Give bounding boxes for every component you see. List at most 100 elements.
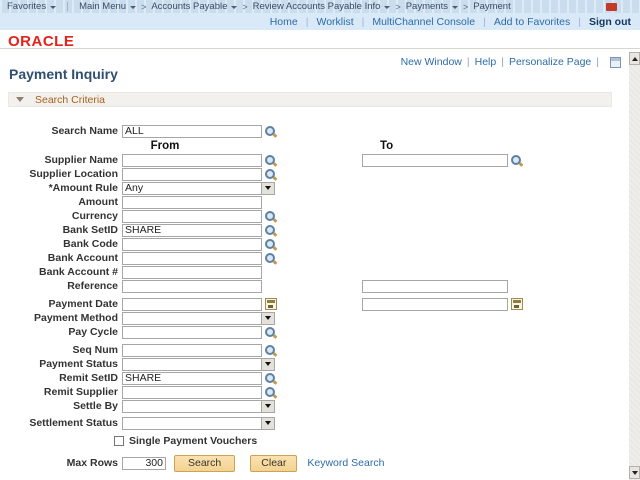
breadcrumb-separator-icon <box>395 2 400 12</box>
clear-button[interactable]: Clear <box>250 455 297 472</box>
breadcrumb-item-review-ap-info[interactable]: Review Accounts Payable Info <box>253 1 391 12</box>
bank-code-label: Bank Code <box>0 238 122 250</box>
bank-account-lookup-icon[interactable] <box>264 252 277 265</box>
search-button[interactable]: Search <box>174 455 235 472</box>
breadcrumb-separator-icon <box>463 2 468 12</box>
add-to-favorites-link[interactable]: Add to Favorites <box>494 16 570 28</box>
field-row-amount: Amount <box>0 195 629 209</box>
bank-account-input[interactable] <box>122 252 262 265</box>
breadcrumb-favorites[interactable]: Favorites <box>7 1 56 12</box>
reference-label: Reference <box>0 280 122 292</box>
settle-by-select[interactable] <box>122 400 275 413</box>
payment-date-calendar-icon[interactable] <box>265 298 277 310</box>
breadcrumb-favorites-label: Favorites <box>7 1 46 12</box>
scroll-down-arrow-icon[interactable] <box>629 466 640 479</box>
seq-num-label: Seq Num <box>0 344 122 356</box>
keyword-search-link[interactable]: Keyword Search <box>307 457 384 469</box>
pay-cycle-lookup-icon[interactable] <box>264 326 277 339</box>
dropdown-arrow-icon[interactable] <box>261 418 274 429</box>
single-payment-vouchers-row: Single Payment Vouchers <box>0 434 629 448</box>
single-payment-vouchers-checkbox[interactable] <box>114 436 124 446</box>
breadcrumb-item-accounts-payable[interactable]: Accounts Payable <box>151 1 237 12</box>
reference-to-input[interactable] <box>362 280 508 293</box>
seq-num-input[interactable] <box>122 344 262 357</box>
dropdown-arrow-icon[interactable] <box>261 359 274 370</box>
new-window-link[interactable]: New Window <box>401 56 462 68</box>
home-link[interactable]: Home <box>270 16 298 28</box>
bank-code-input[interactable] <box>122 238 262 251</box>
bank-account-label: Bank Account <box>0 252 122 264</box>
help-link[interactable]: Help <box>475 56 497 68</box>
dropdown-arrow-icon[interactable] <box>261 401 274 412</box>
bank-account-num-label: Bank Account # <box>0 266 122 278</box>
currency-lookup-icon[interactable] <box>264 210 277 223</box>
scroll-up-arrow-icon[interactable] <box>629 52 640 65</box>
currency-label: Currency <box>0 210 122 222</box>
remit-setid-input[interactable] <box>122 372 262 385</box>
worklist-link[interactable]: Worklist <box>316 16 353 28</box>
amount-input[interactable] <box>122 196 262 209</box>
breadcrumb-item-payment[interactable]: Payment <box>473 1 511 12</box>
payment-method-select[interactable] <box>122 312 275 325</box>
bank-setid-label: Bank SetID <box>0 224 122 236</box>
dropdown-arrow-icon[interactable] <box>261 183 274 194</box>
field-row-settlement-status: Settlement Status <box>0 416 629 430</box>
pay-cycle-label: Pay Cycle <box>0 326 122 338</box>
breadcrumb-divider <box>67 2 68 11</box>
supplier-name-to-lookup-icon[interactable] <box>510 154 523 167</box>
payment-date-to-input[interactable] <box>362 298 508 311</box>
supplier-location-lookup-icon[interactable] <box>264 168 277 181</box>
pay-cycle-input[interactable] <box>122 326 262 339</box>
page-title: Payment Inquiry <box>9 66 118 82</box>
remit-setid-label: Remit SetID <box>0 372 122 384</box>
search-criteria-form: Search Name From To Supplier Name Suppli… <box>0 124 629 472</box>
search-name-lookup-icon[interactable] <box>264 125 277 138</box>
chevron-down-icon <box>130 6 136 9</box>
to-column-header: To <box>380 140 393 152</box>
supplier-name-lookup-icon[interactable] <box>264 154 277 167</box>
remit-supplier-label: Remit Supplier <box>0 386 122 398</box>
chevron-down-icon <box>50 6 56 9</box>
field-row-remit-setid: Remit SetID <box>0 371 629 385</box>
breadcrumb-item-label: Review Accounts Payable Info <box>253 1 381 12</box>
amount-rule-select[interactable]: Any <box>122 182 275 195</box>
link-separator <box>467 56 470 68</box>
breadcrumb-main-menu[interactable]: Main Menu <box>79 1 136 12</box>
supplier-location-label: Supplier Location <box>0 168 122 180</box>
collapse-triangle-icon[interactable] <box>16 97 24 102</box>
supplier-name-to-input[interactable] <box>362 154 508 167</box>
payment-date-input[interactable] <box>122 298 262 311</box>
payment-date-to-calendar-icon[interactable] <box>511 298 523 310</box>
field-row-supplier-location: Supplier Location <box>0 167 629 181</box>
field-row-payment-method: Payment Method <box>0 311 629 325</box>
settlement-status-select[interactable] <box>122 417 275 430</box>
multichannel-console-link[interactable]: MultiChannel Console <box>372 16 475 28</box>
supplier-name-input[interactable] <box>122 154 262 167</box>
link-separator <box>596 56 599 68</box>
bank-setid-lookup-icon[interactable] <box>264 224 277 237</box>
reference-input[interactable] <box>122 280 262 293</box>
sign-out-link[interactable]: Sign out <box>589 16 631 28</box>
bank-setid-input[interactable] <box>122 224 262 237</box>
notification-window-icon[interactable] <box>610 57 621 68</box>
vertical-scrollbar[interactable] <box>629 52 640 480</box>
dropdown-arrow-icon[interactable] <box>261 313 274 324</box>
remit-setid-lookup-icon[interactable] <box>264 372 277 385</box>
page-action-links: New Window Help Personalize Page <box>401 56 621 68</box>
breadcrumb-item-payments[interactable]: Payments <box>406 1 458 12</box>
field-row-payment-date: Payment Date <box>0 297 629 311</box>
personalize-page-link[interactable]: Personalize Page <box>509 56 591 68</box>
breadcrumb-separator-icon <box>242 2 247 12</box>
seq-num-lookup-icon[interactable] <box>264 344 277 357</box>
bank-code-lookup-icon[interactable] <box>264 238 277 251</box>
remit-supplier-input[interactable] <box>122 386 262 399</box>
supplier-location-input[interactable] <box>122 168 262 181</box>
max-rows-input[interactable] <box>122 457 166 470</box>
bank-account-num-input[interactable] <box>122 266 262 279</box>
field-row-amount-rule: *Amount Rule Any <box>0 181 629 195</box>
search-name-label: Search Name <box>0 125 122 137</box>
search-name-input[interactable] <box>122 125 262 138</box>
payment-status-select[interactable] <box>122 358 275 371</box>
remit-supplier-lookup-icon[interactable] <box>264 386 277 399</box>
currency-input[interactable] <box>122 210 262 223</box>
